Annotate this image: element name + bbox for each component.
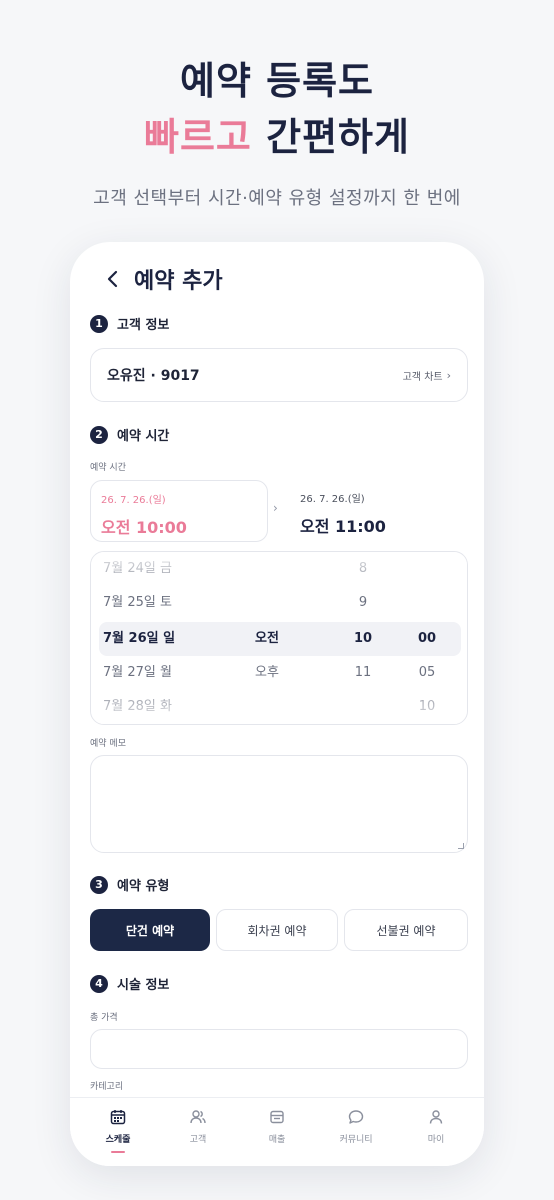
tab-community[interactable]: 커뮤니티 bbox=[315, 1098, 397, 1166]
chat-bubble-icon bbox=[347, 1108, 365, 1126]
start-time-box[interactable]: 26. 7. 26.(일) 오전 10:00 bbox=[90, 480, 268, 542]
type-option-session-pass[interactable]: 회차권 예약 bbox=[216, 909, 338, 951]
total-price-label: 총 가격 bbox=[90, 1013, 118, 1023]
step-number: 3 bbox=[90, 875, 108, 894]
start-time: 오전 10:00 bbox=[101, 518, 187, 537]
picker-date: 7월 26일 일 bbox=[103, 631, 176, 646]
picker-minute: 00 bbox=[417, 631, 437, 646]
end-time-box[interactable]: 26. 7. 26.(일) 오전 11:00 bbox=[300, 490, 386, 537]
resize-handle-icon[interactable] bbox=[458, 843, 464, 849]
memo-textarea[interactable] bbox=[90, 755, 468, 853]
picker-date: 7월 25일 토 bbox=[103, 595, 172, 610]
tab-schedule[interactable]: 스케줄 bbox=[77, 1098, 159, 1166]
hero: 예약 등록도 빠르고 간편하게 고객 선택부터 시간·예약 유형 설정까지 한 … bbox=[0, 56, 554, 210]
picker-row[interactable]: 7월 27일 월 오후 11 05 bbox=[91, 656, 467, 690]
app-header: 예약 추가 bbox=[100, 262, 223, 296]
picker-minute: 05 bbox=[418, 665, 436, 680]
customer-chart-link[interactable]: 고객 차트 › bbox=[403, 368, 451, 383]
picker-minute bbox=[407, 552, 447, 586]
tab-customers[interactable]: 고객 bbox=[157, 1098, 239, 1166]
memo-label: 예약 메모 bbox=[90, 739, 126, 749]
tab-my[interactable]: 마이 bbox=[395, 1098, 477, 1166]
tab-label: 매출 bbox=[268, 1135, 286, 1145]
users-icon bbox=[189, 1108, 207, 1126]
picker-row[interactable]: 7월 24일 금 8 bbox=[91, 552, 467, 586]
section-title: 고객 정보 bbox=[117, 318, 170, 333]
section-title: 시술 정보 bbox=[117, 978, 170, 993]
start-date: 26. 7. 26.(일) bbox=[101, 495, 166, 506]
section-title: 예약 시간 bbox=[117, 429, 170, 444]
page-title: 예약 추가 bbox=[134, 269, 223, 294]
sales-icon bbox=[268, 1108, 286, 1126]
customer-name: 오유진 · 9017 bbox=[107, 368, 200, 384]
section-treatment-header: 4 시술 정보 bbox=[90, 974, 169, 993]
picker-hour: 9 bbox=[358, 595, 368, 610]
hero-title-line2: 빠르고 간편하게 bbox=[0, 112, 554, 162]
section-time-header: 2 예약 시간 bbox=[90, 425, 169, 444]
picker-hour: 11 bbox=[354, 665, 372, 680]
hero-title-line1: 예약 등록도 bbox=[179, 59, 375, 103]
picker-date: 7월 24일 금 bbox=[103, 561, 172, 576]
picker-minute: 10 bbox=[418, 699, 436, 714]
tab-label: 스케줄 bbox=[105, 1135, 131, 1145]
picker-minute bbox=[407, 586, 447, 620]
step-number: 2 bbox=[90, 425, 108, 444]
person-icon bbox=[427, 1108, 445, 1126]
tab-label: 고객 bbox=[189, 1135, 207, 1145]
step-number: 1 bbox=[90, 314, 108, 333]
tab-label: 커뮤니티 bbox=[339, 1135, 373, 1145]
hero-title-accent: 빠르고 bbox=[144, 115, 252, 159]
type-option-prepaid[interactable]: 선불권 예약 bbox=[344, 909, 468, 951]
picker-row[interactable]: 7월 25일 토 9 bbox=[91, 586, 467, 620]
picker-row[interactable]: 7월 28일 화 10 bbox=[91, 690, 467, 724]
section-type-header: 3 예약 유형 bbox=[90, 875, 169, 894]
datetime-picker-wheel[interactable]: 7월 24일 금 8 7월 25일 토 9 7월 26일 일 오전 10 00 … bbox=[90, 551, 468, 725]
picker-row-selected[interactable]: 7월 26일 일 오전 10 00 bbox=[99, 622, 461, 656]
picker-hour: 8 bbox=[358, 561, 368, 576]
time-field-label: 예약 시간 bbox=[90, 463, 126, 473]
phone-screen: 예약 추가 1 고객 정보 오유진 · 9017 고객 차트 › 2 예약 시간… bbox=[70, 242, 484, 1166]
customer-selector[interactable]: 오유진 · 9017 고객 차트 › bbox=[90, 348, 468, 402]
chevron-left-icon[interactable] bbox=[100, 266, 126, 292]
hero-subtitle: 고객 선택부터 시간·예약 유형 설정까지 한 번에 bbox=[93, 188, 461, 209]
tab-sales[interactable]: 매출 bbox=[236, 1098, 318, 1166]
end-date: 26. 7. 26.(일) bbox=[300, 494, 365, 505]
section-customer-header: 1 고객 정보 bbox=[90, 314, 169, 333]
calendar-icon bbox=[109, 1108, 127, 1126]
section-title: 예약 유형 bbox=[117, 879, 170, 894]
picker-ampm: 오전 bbox=[255, 631, 279, 646]
hero-title-rest: 간편하게 bbox=[266, 115, 410, 159]
chevron-right-icon: › bbox=[273, 501, 278, 515]
tab-label: 마이 bbox=[427, 1135, 445, 1145]
bottom-tab-bar: 스케줄 고객 매출 커뮤니티 마이 bbox=[70, 1097, 484, 1166]
end-time: 오전 11:00 bbox=[300, 517, 386, 536]
chevron-right-icon: › bbox=[446, 368, 451, 382]
step-number: 4 bbox=[90, 974, 108, 993]
active-tab-indicator bbox=[111, 1151, 125, 1153]
picker-date: 7월 28일 화 bbox=[103, 699, 172, 714]
category-label: 카테고리 bbox=[90, 1082, 124, 1092]
picker-hour: 10 bbox=[353, 631, 373, 646]
picker-ampm: 오후 bbox=[255, 665, 279, 680]
picker-hour bbox=[343, 690, 383, 724]
customer-chart-label: 고객 차트 bbox=[402, 371, 443, 383]
total-price-input[interactable] bbox=[90, 1029, 468, 1069]
type-option-single[interactable]: 단건 예약 bbox=[90, 909, 210, 951]
picker-date: 7월 27일 월 bbox=[103, 665, 172, 680]
